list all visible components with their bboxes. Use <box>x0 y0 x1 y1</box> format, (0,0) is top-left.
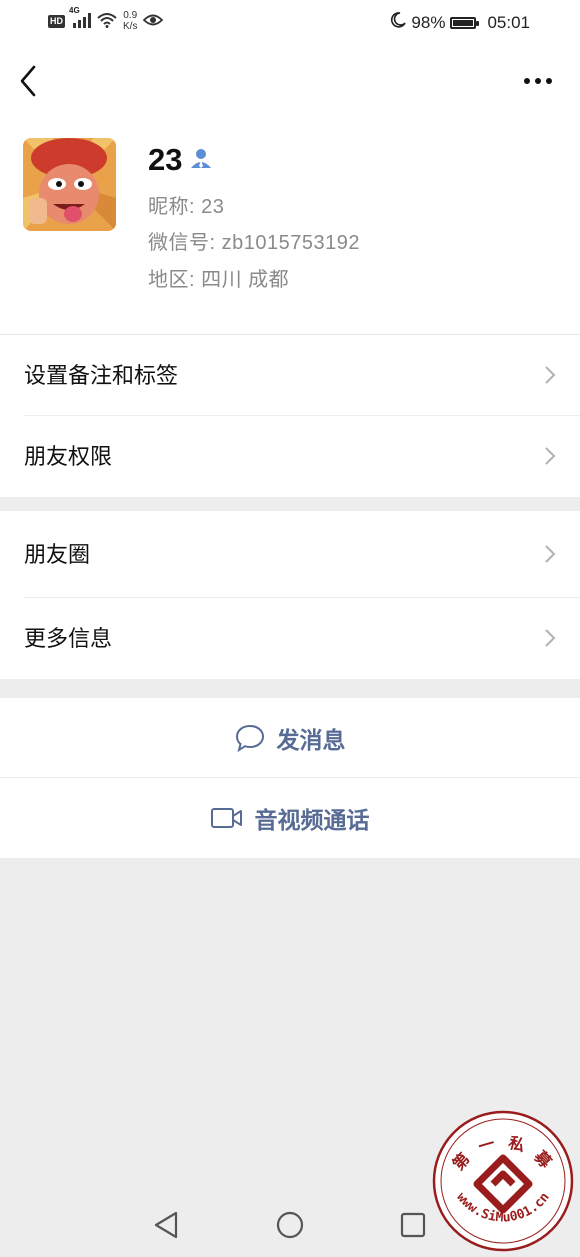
chat-bubble-icon <box>235 724 264 752</box>
square-recents-icon <box>400 1212 426 1238</box>
moon-icon <box>390 12 407 33</box>
contact-name: 23 <box>148 142 183 177</box>
net-speed-value: 0.9 <box>123 10 138 21</box>
more-info-label: 更多信息 <box>24 626 113 651</box>
avatar[interactable] <box>23 138 116 231</box>
nav-back-button[interactable] <box>152 1210 180 1245</box>
battery-percent: 98% <box>411 12 446 32</box>
chevron-right-icon <box>545 447 556 465</box>
seal-logo-icon: 第 一 私 募 www.SiMu001.cn <box>432 1110 574 1252</box>
nav-recents-button[interactable] <box>399 1210 427 1245</box>
battery-icon <box>450 16 480 29</box>
info-group: 朋友圈 更多信息 <box>0 511 580 679</box>
friend-permissions-item[interactable]: 朋友权限 <box>0 416 580 497</box>
remark-tags-label: 设置备注和标签 <box>24 363 179 388</box>
video-call-label: 音视频通话 <box>254 807 370 833</box>
net-speed-unit: K/s <box>123 21 138 32</box>
more-dots-icon <box>524 78 552 84</box>
friend-permissions-label: 朋友权限 <box>24 444 113 469</box>
actions-group: 发消息 音视频通话 <box>0 698 580 858</box>
status-left: HD 4G 0.9 K/s <box>48 6 164 32</box>
nav-home-button[interactable] <box>275 1210 305 1245</box>
send-message-button[interactable]: 发消息 <box>0 698 580 778</box>
more-info-item[interactable]: 更多信息 <box>0 598 580 679</box>
moments-label: 朋友圈 <box>24 542 91 567</box>
wechat-id: 微信号: zb1015753192 <box>148 232 360 254</box>
contact-person-icon <box>190 147 212 174</box>
nav-bar <box>0 45 580 120</box>
more-button[interactable] <box>522 71 556 91</box>
remark-tags-item[interactable]: 设置备注和标签 <box>0 335 580 416</box>
status-bar: HD 4G 0.9 K/s 98% 05:01 <box>0 0 580 45</box>
circle-home-icon <box>276 1211 304 1239</box>
video-call-button[interactable]: 音视频通话 <box>0 778 580 858</box>
eye-icon <box>143 13 164 30</box>
cartoon-avatar-image <box>23 138 116 231</box>
send-message-label: 发消息 <box>276 727 346 753</box>
nickname: 昵称: 23 <box>148 196 225 218</box>
name-row: 23 <box>148 142 212 178</box>
net-speed: 0.9 K/s <box>123 10 137 32</box>
chevron-right-icon <box>545 629 556 647</box>
battery-fill <box>453 19 474 26</box>
signal-icon: 4G <box>69 6 91 31</box>
settings-group: 设置备注和标签 朋友权限 <box>0 335 580 497</box>
network-type: 4G <box>69 5 80 15</box>
region: 地区: 四川 成都 <box>148 269 290 291</box>
chevron-right-icon <box>545 545 556 563</box>
video-camera-icon <box>210 808 242 828</box>
moments-item[interactable]: 朋友圈 <box>0 511 580 598</box>
status-right: 98% 05:01 <box>390 12 530 33</box>
back-arrow-icon <box>20 65 36 97</box>
back-button[interactable] <box>14 63 44 99</box>
clock: 05:01 <box>487 12 530 32</box>
hd-badge: HD <box>48 14 65 28</box>
triangle-back-icon <box>154 1211 178 1239</box>
wifi-icon <box>97 12 117 31</box>
profile-card: 23 昵称: 23 微信号: zb1015753192 地区: 四川 成都 <box>0 120 580 334</box>
chevron-right-icon <box>545 366 556 384</box>
watermark-stamp: 第 一 私 募 www.SiMu001.cn <box>432 1110 574 1252</box>
